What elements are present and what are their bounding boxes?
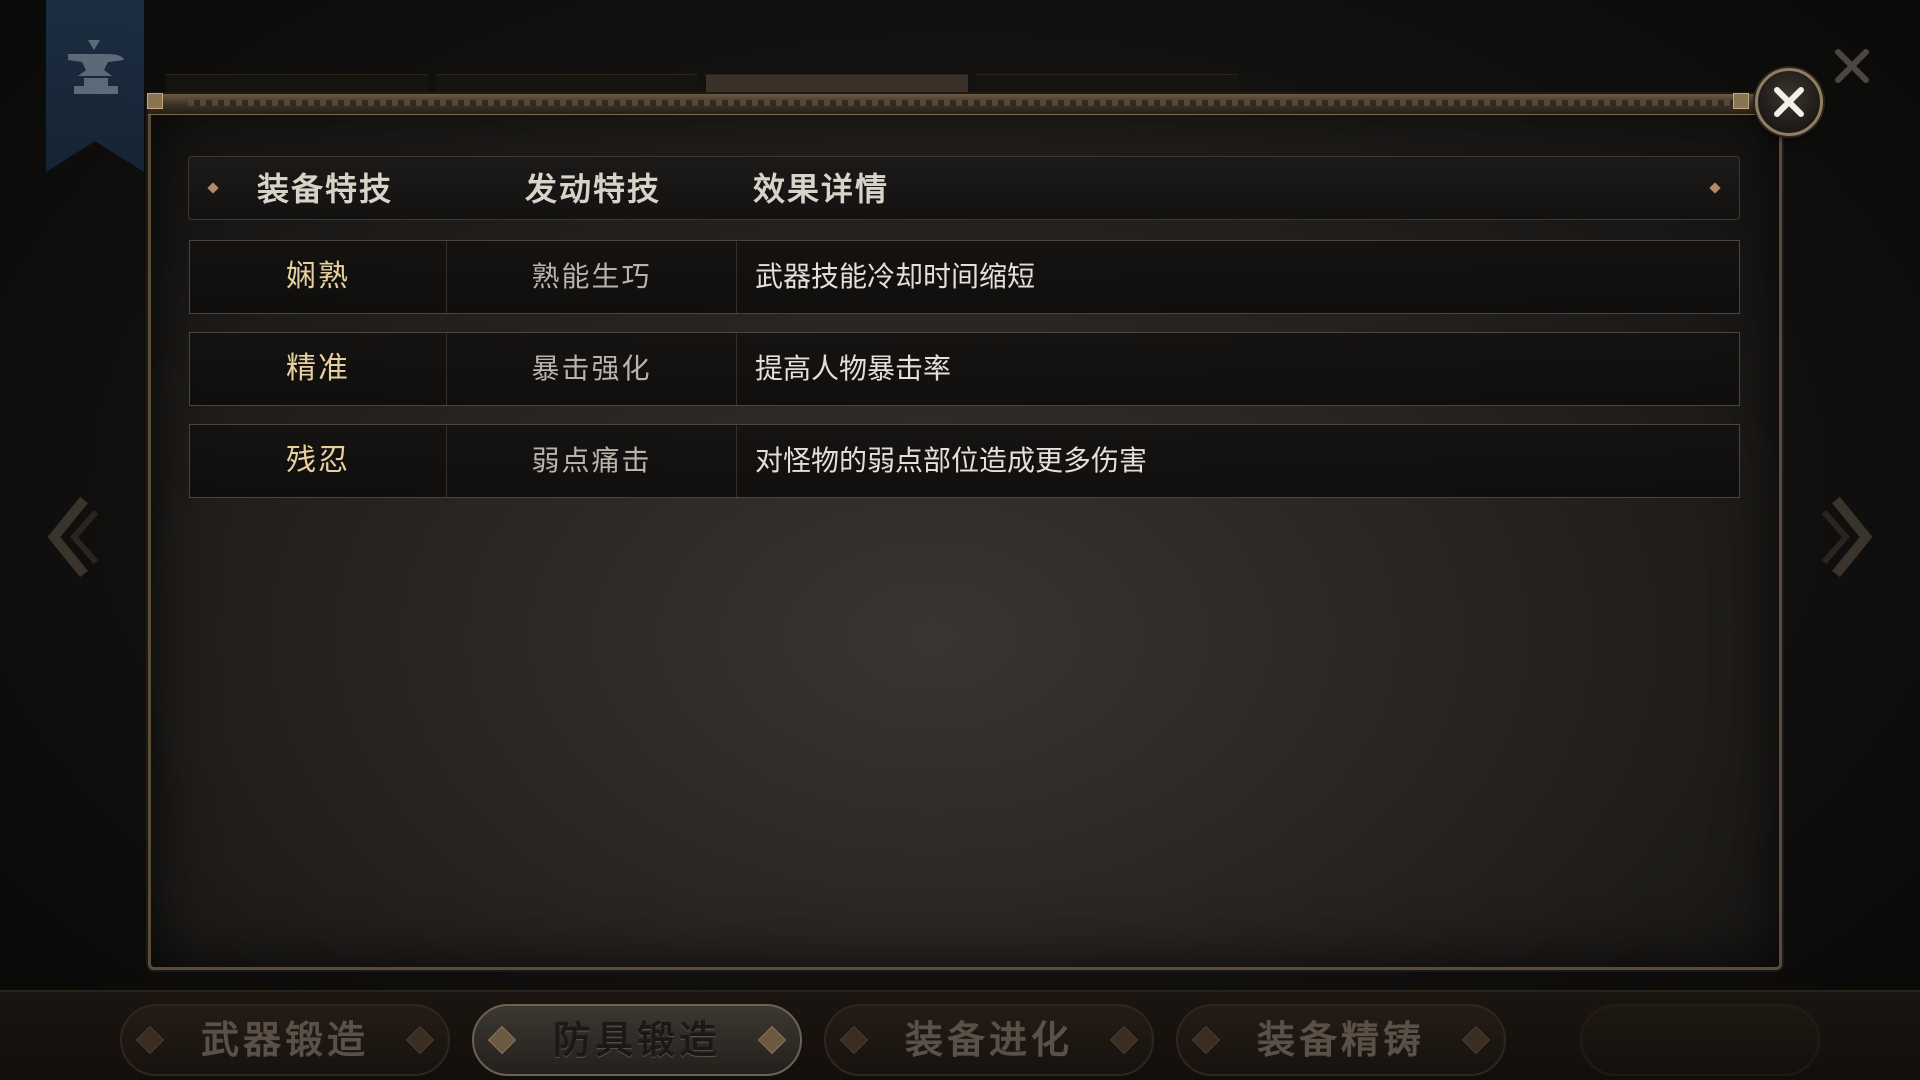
anvil-icon xyxy=(68,40,124,94)
table-row: 精准 暴击强化 提高人物暴击率 xyxy=(189,332,1740,406)
panel-corner-ornament xyxy=(147,93,163,109)
tab-locked-slot xyxy=(1580,1004,1820,1076)
table-row: 残忍 弱点痛击 对怪物的弱点部位造成更多伤害 xyxy=(189,424,1740,498)
header-effect: 效果详情 xyxy=(753,170,890,208)
effect-cell: 武器技能冷却时间缩短 xyxy=(736,241,1739,313)
header-ornament-icon xyxy=(1709,182,1721,194)
close-icon xyxy=(1774,87,1804,117)
tab-ornament-icon xyxy=(135,1025,165,1055)
header-trigger-skill: 发动特技 xyxy=(525,170,662,208)
tab-armor-forging[interactable]: 防具锻造 xyxy=(472,1004,802,1076)
tab-equipment-evolution[interactable]: 装备进化 xyxy=(824,1004,1154,1076)
tab-ornament-icon xyxy=(1191,1025,1221,1055)
panel-ornate-border xyxy=(148,94,1782,115)
tab-label: 防具锻造 xyxy=(552,1017,721,1062)
game-screen: 装备特技 发动特技 效果详情 娴熟 熟能生巧 武器技能冷却时间缩短 精准 暴击强… xyxy=(0,0,1920,1080)
tab-ornament-icon xyxy=(1461,1025,1491,1055)
chevron-left-icon[interactable] xyxy=(44,492,98,582)
close-button[interactable] xyxy=(1755,68,1823,136)
chevron-right-icon[interactable] xyxy=(1822,492,1876,582)
header-ornament-icon xyxy=(207,182,219,194)
table-header: 装备特技 发动特技 效果详情 xyxy=(188,156,1740,220)
forge-banner xyxy=(46,0,144,172)
tab-ornament-icon xyxy=(405,1025,435,1055)
tab-label: 装备进化 xyxy=(904,1017,1073,1062)
trigger-skill-cell: 暴击强化 xyxy=(446,333,736,405)
trigger-skill-cell: 弱点痛击 xyxy=(446,425,736,497)
tab-label: 装备精铸 xyxy=(1256,1017,1425,1062)
tab-ornament-icon xyxy=(487,1025,517,1055)
tab-ornament-icon xyxy=(757,1025,787,1055)
tab-ornament-icon xyxy=(839,1025,869,1055)
equip-skill-cell: 精准 xyxy=(286,351,350,386)
header-equip-skill: 装备特技 xyxy=(257,170,394,208)
table-row: 娴熟 熟能生巧 武器技能冷却时间缩短 xyxy=(189,240,1740,314)
tab-label: 武器锻造 xyxy=(200,1017,369,1062)
tab-weapon-forging[interactable]: 武器锻造 xyxy=(120,1004,450,1076)
effect-cell: 提高人物暴击率 xyxy=(736,333,1739,405)
trigger-skill-cell: 熟能生巧 xyxy=(446,241,736,313)
tab-equipment-refining[interactable]: 装备精铸 xyxy=(1176,1004,1506,1076)
equip-skill-cell: 娴熟 xyxy=(286,259,350,294)
panel-corner-ornament xyxy=(1733,93,1749,109)
effect-cell: 对怪物的弱点部位造成更多伤害 xyxy=(736,425,1739,497)
tab-ornament-icon xyxy=(1109,1025,1139,1055)
background-close-icon xyxy=(1835,49,1869,83)
equip-skill-cell: 残忍 xyxy=(286,443,350,478)
skill-info-panel xyxy=(147,93,1782,970)
